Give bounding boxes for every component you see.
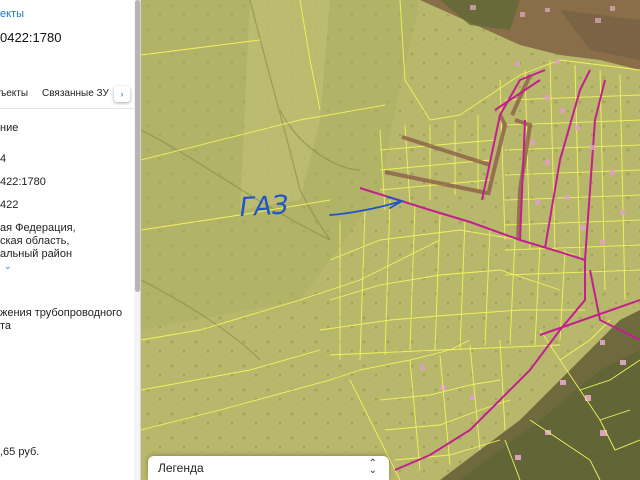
field-address-line-2: ская область, — [0, 235, 70, 247]
chevron-down-icon[interactable]: ⌄ — [4, 261, 12, 272]
field-address-line-1: ая Федерация, — [0, 222, 76, 234]
chevron-right-icon: › — [120, 89, 124, 99]
field-category: ние — [0, 122, 19, 134]
back-link[interactable]: екты — [0, 8, 24, 21]
tab-divider — [0, 108, 141, 109]
tab-objects[interactable]: ъекты — [0, 88, 28, 99]
field-cadastral-number: 422:1780 — [0, 176, 46, 188]
tab-bar: ъекты Связанные ЗУ › — [0, 82, 141, 108]
annotation-text: ГАЗ — [239, 190, 289, 223]
legend-panel[interactable]: Легенда ⌃ ⌄ — [148, 456, 389, 480]
up-down-arrows-icon[interactable]: ⌃ ⌄ — [369, 459, 377, 476]
legend-label: Легенда — [158, 461, 204, 475]
tab-related-parcels[interactable]: Связанные ЗУ — [42, 88, 109, 99]
field-usage-line-2: та — [0, 320, 12, 332]
info-sidebar: екты 0422:1780 ъекты Связанные ЗУ › ние … — [0, 0, 141, 480]
field-cadastral-value: ,65 руб. — [0, 446, 40, 458]
map-view[interactable]: ГАЗ — [141, 0, 640, 480]
tab-scroll-button[interactable]: › — [114, 86, 130, 102]
field-number: 4 — [0, 153, 7, 165]
field-quarter: 422 — [0, 199, 19, 211]
cadastral-number-title: 0422:1780 — [0, 30, 62, 45]
field-address-line-3: альный район — [0, 248, 73, 260]
field-usage-line-1: жения трубопроводного — [0, 307, 123, 319]
